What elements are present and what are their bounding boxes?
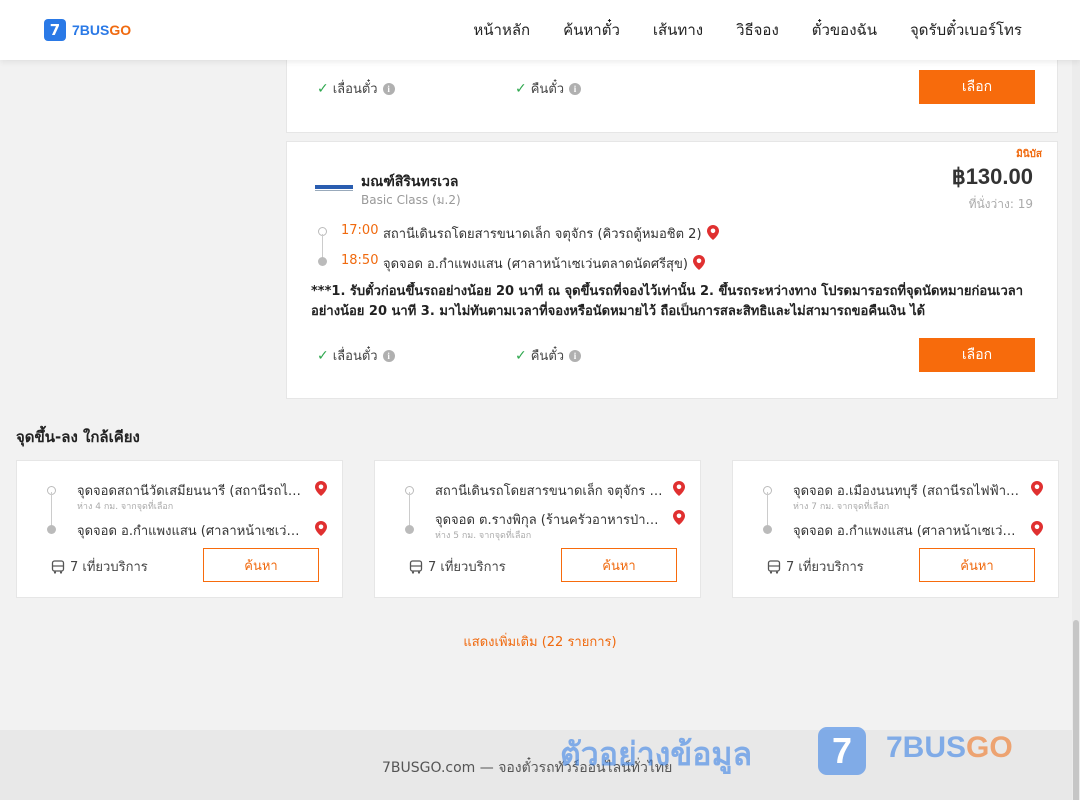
nav-ticket-pickup-phone[interactable]: จุดรับตั๋วเบอร์โทร	[910, 18, 1022, 42]
departure-stop-label: สถานีเดินรถโดยสารขนาดเล็ก จตุจักร (คิวรถ…	[383, 227, 702, 242]
trip-count: 7 เที่ยวบริการ	[767, 556, 864, 577]
trip-card: มินิบัส มณฑ์สิรินทรเวล Basic Class (ม.2)…	[286, 141, 1058, 399]
arrival-dot	[318, 257, 327, 266]
check-icon: ✓	[515, 80, 527, 97]
map-pin-icon[interactable]	[692, 255, 705, 270]
trip-count-label: 7 เที่ยวบริการ	[70, 560, 148, 575]
nearby-from-distance: ห่าง 7 กม. จากจุดที่เลือก	[793, 502, 890, 512]
map-pin-icon[interactable]	[315, 521, 327, 536]
nearby-from-stop: จุดจอด อ.เมืองนนทบุรี (สถานีรถไฟฟ้าบางกร…	[793, 484, 1023, 499]
nearby-from-stop: จุดจอดสถานีวัดเสมียนนารี (สถานีรถไฟฟ้าสา…	[77, 484, 307, 499]
map-pin-icon[interactable]	[1031, 521, 1043, 536]
departure-time: 17:00	[341, 223, 379, 238]
arrival-dot	[47, 525, 56, 534]
top-header: 7 7BUSGO หน้าหลัก ค้นหาตั๋ว เส้นทาง วิธี…	[0, 0, 1080, 60]
map-pin-icon[interactable]	[673, 510, 685, 525]
footer: 7BUSGO.com — จองตั๋วรถทัวร์ออนไลน์ทั่วไท…	[0, 730, 1080, 800]
nearby-from-stop: สถานีเดินรถโดยสารขนาดเล็ก จตุจักร (คิวรถ…	[435, 484, 665, 499]
bus-icon	[767, 559, 781, 574]
map-pin-icon[interactable]	[673, 481, 685, 496]
company-name: มณฑ์สิรินทรเวล	[361, 174, 459, 190]
info-icon[interactable]: i	[382, 82, 395, 95]
vehicle-type-badge: มินิบัส	[1016, 149, 1042, 160]
footer-text: 7BUSGO.com — จองตั๋วรถทัวร์ออนไลน์ทั่วไท…	[382, 760, 673, 776]
logo-text: 7BUSGO	[72, 22, 132, 38]
select-trip-button[interactable]: เลือก	[919, 338, 1035, 372]
feature-refund-label: คืนตั๋ว	[530, 82, 565, 97]
search-route-button[interactable]: ค้นหา	[919, 548, 1035, 582]
nav-my-tickets[interactable]: ตั๋วของฉัน	[812, 18, 877, 42]
company-class: Basic Class (ม.2)	[361, 193, 461, 207]
info-icon[interactable]: i	[382, 349, 395, 362]
nearby-to-distance: ห่าง 5 กม. จากจุดที่เลือก	[435, 531, 532, 541]
nearby-to-stop: จุดจอด อ.กำแพงแสน (ศาลาหน้าเซเว่นตลาดนัด…	[77, 524, 307, 539]
trip-card-previous: ✓ เลื่อนตั๋ว i ✓ คืนตั๋ว i เลือก	[286, 50, 1058, 133]
map-pin-icon[interactable]	[706, 225, 719, 240]
trip-count: 7 เที่ยวบริการ	[409, 556, 506, 577]
scrollbar-thumb[interactable]	[1073, 620, 1079, 800]
trip-price: ฿130.00	[951, 164, 1033, 189]
info-icon[interactable]: i	[569, 82, 582, 95]
info-icon[interactable]: i	[569, 349, 582, 362]
main-nav: หน้าหลัก ค้นหาตั๋ว เส้นทาง วิธีจอง ตั๋วข…	[440, 0, 1022, 60]
arrival-stop: จุดจอด อ.กำแพงแสน (ศาลาหน้าเซเว่นตลาดนัด…	[383, 253, 705, 274]
feature-change-ticket: ✓ เลื่อนตั๋ว i	[317, 345, 395, 366]
arrival-stop-label: จุดจอด อ.กำแพงแสน (ศาลาหน้าเซเว่นตลาดนัด…	[383, 257, 688, 272]
feature-change-ticket: ✓ เลื่อนตั๋ว i	[317, 78, 395, 99]
nearby-section-title: จุดขึ้น-ลง ใกล้เคียง	[16, 428, 140, 446]
trip-count-label: 7 เที่ยวบริการ	[786, 560, 864, 575]
search-route-button[interactable]: ค้นหา	[561, 548, 677, 582]
seats-available: ที่นั่งว่าง: 19	[968, 197, 1033, 211]
trip-count: 7 เที่ยวบริการ	[51, 556, 148, 577]
logo-mark: 7	[44, 19, 66, 41]
map-pin-icon[interactable]	[1031, 481, 1043, 496]
show-more-link[interactable]: แสดงเพิ่มเติม (22 รายการ)	[0, 631, 1080, 652]
site-logo[interactable]: 7 7BUSGO	[44, 19, 131, 41]
nav-how-to-book[interactable]: วิธีจอง	[736, 18, 779, 42]
map-pin-icon[interactable]	[315, 481, 327, 496]
search-route-button[interactable]: ค้นหา	[203, 548, 319, 582]
feature-refund-ticket: ✓ คืนตั๋ว i	[515, 345, 582, 366]
arrival-dot	[763, 525, 772, 534]
arrival-time: 18:50	[341, 253, 379, 268]
check-icon: ✓	[317, 80, 329, 97]
check-icon: ✓	[317, 347, 329, 364]
feature-change-label: เลื่อนตั๋ว	[332, 82, 378, 97]
nav-home[interactable]: หน้าหลัก	[473, 18, 530, 42]
arrival-dot	[405, 525, 414, 534]
nearby-to-stop: จุดจอด อ.กำแพงแสน (ศาลาหน้าเซเว่นตลาดนัด…	[793, 524, 1023, 539]
feature-change-label: เลื่อนตั๋ว	[332, 349, 378, 364]
departure-stop: สถานีเดินรถโดยสารขนาดเล็ก จตุจักร (คิวรถ…	[383, 223, 719, 244]
check-icon: ✓	[515, 347, 527, 364]
nav-routes[interactable]: เส้นทาง	[653, 18, 703, 42]
feature-refund-label: คืนตั๋ว	[530, 349, 565, 364]
nearby-to-stop: จุดจอด ต.รางพิกุล (ร้านครัวอาหารป่าพี่หน…	[435, 513, 665, 528]
nav-search-ticket[interactable]: ค้นหาตั๋ว	[563, 18, 620, 42]
company-logo	[315, 185, 353, 191]
page-scrollbar[interactable]	[1072, 60, 1080, 800]
nearby-route-card: สถานีเดินรถโดยสารขนาดเล็ก จตุจักร (คิวรถ…	[374, 460, 701, 598]
select-trip-button[interactable]: เลือก	[919, 70, 1035, 104]
feature-refund-ticket: ✓ คืนตั๋ว i	[515, 78, 582, 99]
bus-icon	[409, 559, 423, 574]
nearby-route-card: จุดจอด อ.เมืองนนทบุรี (สถานีรถไฟฟ้าบางกร…	[732, 460, 1059, 598]
trip-note: ***1. รับตั๋วก่อนขึ้นรถอย่างน้อย 20 นาที…	[311, 284, 1024, 319]
bus-icon	[51, 559, 65, 574]
nearby-route-card: จุดจอดสถานีวัดเสมียนนารี (สถานีรถไฟฟ้าสา…	[16, 460, 343, 598]
nearby-from-distance: ห่าง 4 กม. จากจุดที่เลือก	[77, 502, 174, 512]
trip-count-label: 7 เที่ยวบริการ	[428, 560, 506, 575]
